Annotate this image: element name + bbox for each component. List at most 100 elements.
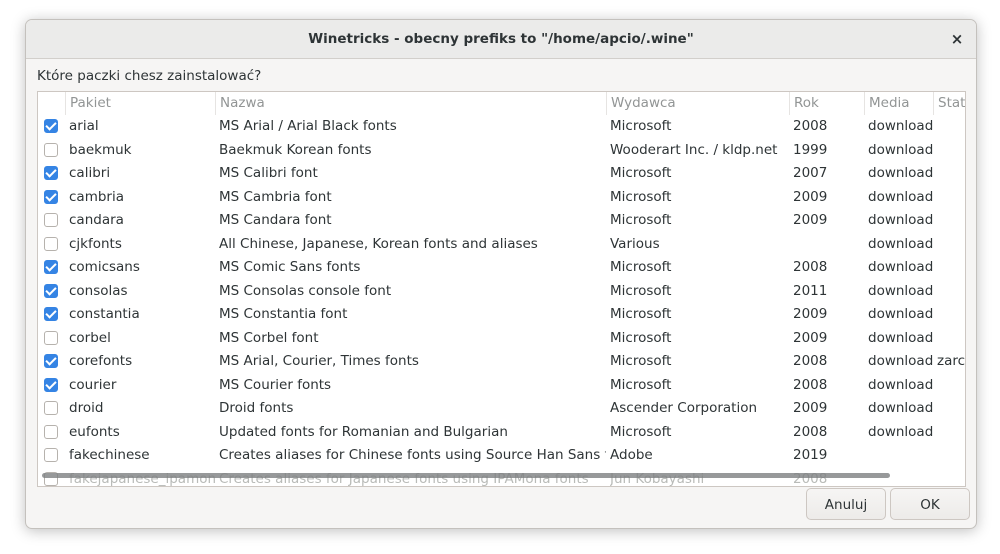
media-cell: download xyxy=(868,423,933,440)
publisher-cell: Microsoft xyxy=(610,165,672,181)
package-checkbox[interactable] xyxy=(44,424,58,439)
name-cell: Creates aliases for Chinese fonts using … xyxy=(219,447,606,463)
table-row[interactable]: consolas MS Consolas console font Microsof… xyxy=(38,280,965,304)
publisher-cell: Microsoft xyxy=(610,423,672,440)
year-cell xyxy=(793,233,864,257)
title-bar[interactable]: Winetricks - obecny prefiks to "/home/ap… xyxy=(26,20,976,59)
table-row[interactable]: constantia MS Constantia font Microsoft 200… xyxy=(38,303,965,327)
horizontal-scrollbar[interactable] xyxy=(42,473,890,478)
header-checkbox-column[interactable] xyxy=(38,92,65,115)
package-checkbox[interactable] xyxy=(44,260,58,274)
name-cell: All Chinese, Japanese, Korean fonts and … xyxy=(219,235,538,252)
name-cell: MS Calibri font xyxy=(219,165,318,181)
media-cell: download xyxy=(868,235,933,252)
package-cell: fakechinese xyxy=(69,447,150,463)
media-cell: download xyxy=(868,306,933,322)
name-cell: MS Cambria font xyxy=(219,188,332,205)
publisher-cell: Microsoft xyxy=(610,376,672,393)
name-cell: MS Candara font xyxy=(219,212,332,228)
year-cell: 2008 xyxy=(793,376,828,393)
status-cell xyxy=(937,115,965,139)
table-row[interactable]: fakechinese Creates aliases for Chinese f… xyxy=(38,444,965,468)
package-cell: baekmuk xyxy=(69,141,132,158)
window-title: Winetricks - obecny prefiks to "/home/ap… xyxy=(308,31,694,47)
publisher-cell: Microsoft xyxy=(610,306,672,322)
name-cell: MS Arial / Arial Black fonts xyxy=(219,118,397,134)
package-checkbox[interactable] xyxy=(44,330,58,345)
package-checkbox[interactable] xyxy=(44,119,58,133)
question-label: Które paczki chesz zainstalować? xyxy=(37,68,262,84)
year-cell: 2009 xyxy=(793,329,828,346)
name-cell: Droid fonts xyxy=(219,400,294,416)
publisher-cell: Adobe xyxy=(610,447,653,463)
media-cell: download xyxy=(868,118,933,134)
ok-button[interactable]: OK xyxy=(890,488,970,520)
package-checkbox[interactable] xyxy=(44,354,58,368)
table-row[interactable]: courier MS Courier fonts Microsoft 2008 down… xyxy=(38,374,965,398)
package-cell: comicsans xyxy=(69,259,140,275)
table-row[interactable]: comicsans MS Comic Sans fonts Microsoft 200… xyxy=(38,256,965,280)
package-checkbox[interactable] xyxy=(44,377,58,392)
table-row[interactable]: calibri MS Calibri font Microsoft 2007 downl… xyxy=(38,162,965,186)
column-header-publisher[interactable]: Wydawca xyxy=(606,92,789,115)
package-cell: candara xyxy=(69,212,124,228)
table-row[interactable]: eufonts Updated fonts for Romanian and Bu… xyxy=(38,421,965,445)
cancel-button[interactable]: Anuluj xyxy=(806,488,886,520)
status-cell xyxy=(937,421,965,445)
column-header-status[interactable]: Stat xyxy=(933,92,965,115)
package-cell: calibri xyxy=(69,165,111,181)
table-row[interactable]: cambria MS Cambria font Microsoft 2009 downl… xyxy=(38,186,965,210)
package-checkbox[interactable] xyxy=(44,236,58,251)
year-cell: 2009 xyxy=(793,400,828,416)
status-cell xyxy=(937,374,965,398)
publisher-cell: Various xyxy=(610,235,660,252)
package-checkbox[interactable] xyxy=(44,307,58,321)
package-cell: consolas xyxy=(69,282,128,299)
package-checkbox[interactable] xyxy=(44,283,58,298)
package-checkbox[interactable] xyxy=(44,401,58,415)
publisher-cell: Ascender Corporation xyxy=(610,400,758,416)
media-cell xyxy=(868,444,933,468)
name-cell: MS Arial, Courier, Times fonts xyxy=(219,353,419,369)
year-cell: 2008 xyxy=(793,259,828,275)
table-row[interactable]: corefonts MS Arial, Courier, Times fonts M… xyxy=(38,350,965,374)
year-cell: 2019 xyxy=(793,447,828,463)
table-row[interactable]: arial MS Arial / Arial Black fonts Microso… xyxy=(38,115,965,139)
media-cell: download xyxy=(868,376,933,393)
close-icon[interactable]: × xyxy=(944,26,970,52)
package-list[interactable]: Pakiet Nazwa Wydawca Rok Media Stat aria… xyxy=(37,91,966,487)
publisher-cell: Wooderart Inc. / kldp.net xyxy=(610,141,778,158)
table-row[interactable]: baekmuk Baekmuk Korean fonts Wooderart Inc… xyxy=(38,139,965,163)
status-cell xyxy=(937,397,965,421)
package-cell: corefonts xyxy=(69,353,133,369)
status-cell xyxy=(937,444,965,468)
status-cell xyxy=(937,162,965,186)
year-cell: 2008 xyxy=(793,423,828,440)
media-cell: download xyxy=(868,141,933,158)
status-cell xyxy=(937,280,965,304)
column-header-package[interactable]: Pakiet xyxy=(65,92,215,115)
name-cell: MS Courier fonts xyxy=(219,376,332,393)
package-checkbox[interactable] xyxy=(44,166,58,180)
year-cell: 2008 xyxy=(793,353,828,369)
package-checkbox[interactable] xyxy=(44,213,58,227)
column-header-year[interactable]: Rok xyxy=(789,92,864,115)
media-cell: download xyxy=(868,353,933,369)
package-checkbox[interactable] xyxy=(44,189,58,204)
column-header-name[interactable]: Nazwa xyxy=(215,92,606,115)
column-header-media[interactable]: Media xyxy=(864,92,933,115)
table-row[interactable]: cjkfonts All Chinese, Japanese, Korean fo… xyxy=(38,233,965,257)
table-row[interactable]: droid Droid fonts Ascender Corporation 2009… xyxy=(38,397,965,421)
media-cell: download xyxy=(868,259,933,275)
name-cell: Updated fonts for Romanian and Bulgarian xyxy=(219,423,508,440)
media-cell: download xyxy=(868,329,933,346)
package-cell: cambria xyxy=(69,188,124,205)
table-row[interactable]: corbel MS Corbel font Microsoft 2009 downloa… xyxy=(38,327,965,351)
package-checkbox[interactable] xyxy=(44,142,58,157)
table-row[interactable]: candara MS Candara font Microsoft 2009 downl… xyxy=(38,209,965,233)
year-cell: 2008 xyxy=(793,118,828,134)
status-cell xyxy=(937,303,965,327)
package-checkbox[interactable] xyxy=(44,448,58,462)
status-cell xyxy=(937,209,965,233)
publisher-cell: Microsoft xyxy=(610,188,672,205)
